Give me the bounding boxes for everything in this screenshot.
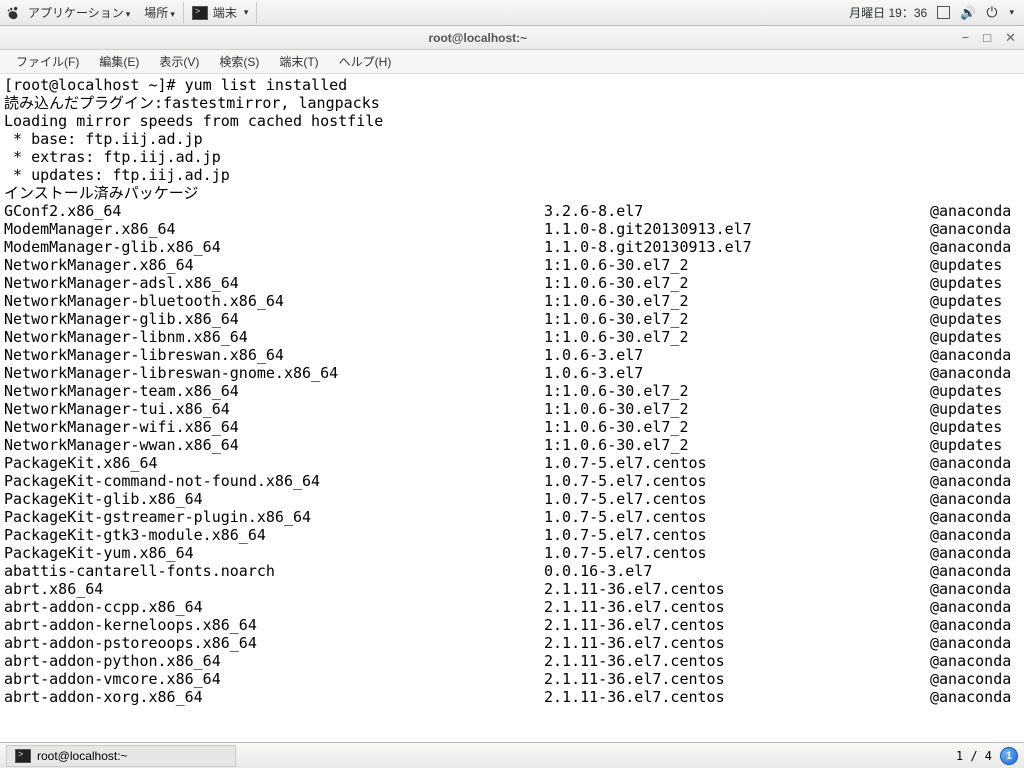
package-row: abrt-addon-python.x86_642.1.11-36.el7.ce… bbox=[4, 652, 1020, 670]
package-row: PackageKit.x86_641.0.7-5.el7.centos@anac… bbox=[4, 454, 1020, 472]
window-title: root@localhost:~ bbox=[8, 31, 948, 45]
package-row: NetworkManager-wifi.x86_641:1.0.6-30.el7… bbox=[4, 418, 1020, 436]
places-menu[interactable]: 場所▾ bbox=[138, 2, 181, 23]
titlebar[interactable]: root@localhost:~ − □ ✕ bbox=[0, 26, 1024, 50]
package-row: abrt-addon-vmcore.x86_642.1.11-36.el7.ce… bbox=[4, 670, 1020, 688]
menu-item[interactable]: ヘルプ(H) bbox=[329, 50, 402, 73]
package-row: PackageKit-glib.x86_641.0.7-5.el7.centos… bbox=[4, 490, 1020, 508]
terminal-output[interactable]: [root@localhost ~]# yum list installed読み… bbox=[0, 74, 1024, 742]
package-row: NetworkManager-libreswan.x86_641.0.6-3.e… bbox=[4, 346, 1020, 364]
package-row: abattis-cantarell-fonts.noarch0.0.16-3.e… bbox=[4, 562, 1020, 580]
volume-icon[interactable] bbox=[960, 5, 976, 21]
package-row: abrt-addon-pstoreoops.x86_642.1.11-36.el… bbox=[4, 634, 1020, 652]
taskbar-terminal[interactable]: 端末▾ bbox=[183, 2, 258, 23]
close-button[interactable]: ✕ bbox=[1005, 30, 1016, 46]
package-row: abrt-addon-xorg.x86_642.1.11-36.el7.cent… bbox=[4, 688, 1020, 706]
package-row: NetworkManager-bluetooth.x86_641:1.0.6-3… bbox=[4, 292, 1020, 310]
menu-item[interactable]: 編集(E) bbox=[89, 50, 149, 73]
package-row: NetworkManager-libnm.x86_641:1.0.6-30.el… bbox=[4, 328, 1020, 346]
menu-item[interactable]: 端末(T) bbox=[269, 50, 328, 73]
package-row: PackageKit-yum.x86_641.0.7-5.el7.centos@… bbox=[4, 544, 1020, 562]
package-row: PackageKit-gtk3-module.x86_641.0.7-5.el7… bbox=[4, 526, 1020, 544]
menubar: ファイル(F)編集(E)表示(V)検索(S)端末(T)ヘルプ(H) bbox=[0, 50, 1024, 74]
package-row: NetworkManager-libreswan-gnome.x86_641.0… bbox=[4, 364, 1020, 382]
menu-item[interactable]: 検索(S) bbox=[209, 50, 269, 73]
package-row: ModemManager-glib.x86_641.1.0-8.git20130… bbox=[4, 238, 1020, 256]
terminal-icon bbox=[15, 749, 31, 763]
package-row: NetworkManager-adsl.x86_641:1.0.6-30.el7… bbox=[4, 274, 1020, 292]
package-row: abrt-addon-ccpp.x86_642.1.11-36.el7.cent… bbox=[4, 598, 1020, 616]
menu-item[interactable]: 表示(V) bbox=[149, 50, 209, 73]
package-row: ModemManager.x86_641.1.0-8.git20130913.e… bbox=[4, 220, 1020, 238]
package-row: abrt-addon-kerneloops.x86_642.1.11-36.el… bbox=[4, 616, 1020, 634]
package-row: NetworkManager.x86_641:1.0.6-30.el7_2@up… bbox=[4, 256, 1020, 274]
minimize-button[interactable]: − bbox=[962, 30, 970, 45]
terminal-window: root@localhost:~ − □ ✕ ファイル(F)編集(E)表示(V)… bbox=[0, 26, 1024, 742]
package-row: PackageKit-command-not-found.x86_641.0.7… bbox=[4, 472, 1020, 490]
top-panel: アプリケーション▾ 場所▾ 端末▾ 月曜日 19：36 ▾ bbox=[0, 0, 1024, 26]
user-menu-icon[interactable]: ▾ bbox=[1009, 7, 1014, 18]
bottom-panel: root@localhost:~ 1 / 4 1 bbox=[0, 742, 1024, 768]
terminal-icon bbox=[192, 6, 208, 20]
applications-menu[interactable]: アプリケーション▾ bbox=[22, 2, 136, 23]
maximize-button[interactable]: □ bbox=[983, 30, 991, 45]
package-row: PackageKit-gstreamer-plugin.x86_641.0.7-… bbox=[4, 508, 1020, 526]
package-row: abrt.x86_642.1.11-36.el7.centos@anaconda bbox=[4, 580, 1020, 598]
package-row: NetworkManager-glib.x86_641:1.0.6-30.el7… bbox=[4, 310, 1020, 328]
notification-badge[interactable]: 1 bbox=[1000, 747, 1018, 765]
clock[interactable]: 月曜日 19：36 bbox=[849, 4, 927, 21]
package-row: NetworkManager-wwan.x86_641:1.0.6-30.el7… bbox=[4, 436, 1020, 454]
package-row: NetworkManager-team.x86_641:1.0.6-30.el7… bbox=[4, 382, 1020, 400]
menu-item[interactable]: ファイル(F) bbox=[6, 50, 89, 73]
power-icon[interactable] bbox=[986, 4, 997, 21]
package-row: NetworkManager-tui.x86_641:1.0.6-30.el7_… bbox=[4, 400, 1020, 418]
accessibility-icon[interactable] bbox=[937, 6, 950, 19]
package-row: GConf2.x86_643.2.6-8.el7@anaconda bbox=[4, 202, 1020, 220]
gnome-foot-icon bbox=[6, 6, 20, 20]
workspace-indicator[interactable]: 1 / 4 bbox=[956, 749, 992, 763]
taskbar-item[interactable]: root@localhost:~ bbox=[6, 745, 236, 767]
